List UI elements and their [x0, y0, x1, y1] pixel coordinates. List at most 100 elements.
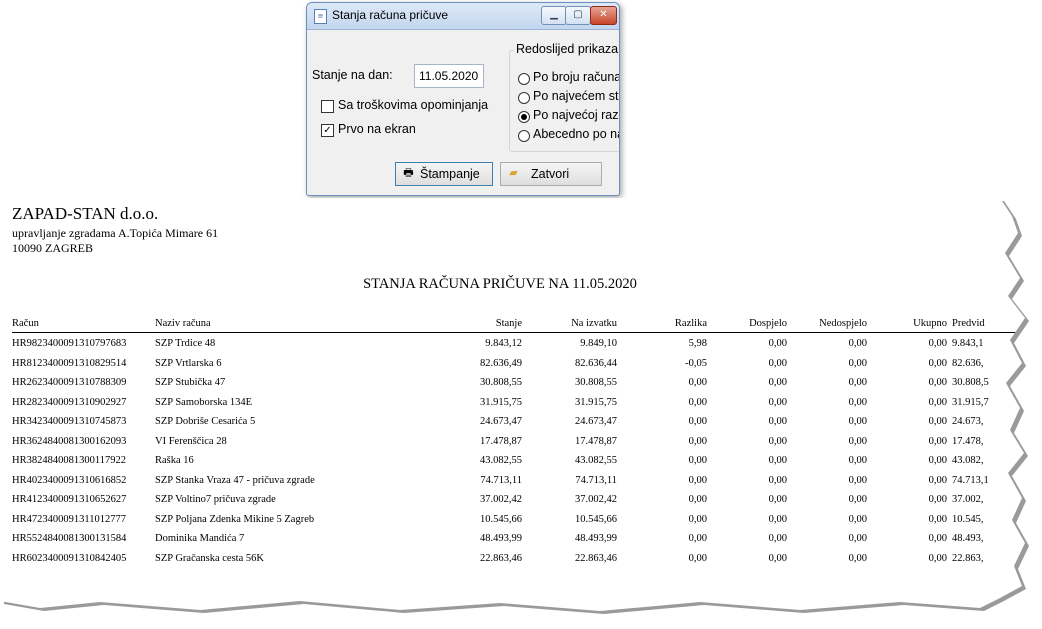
cell-difference: 0,00	[688, 513, 707, 525]
table-row: HR4723400091311012777 SZP Poljana Zdenka …	[12, 514, 1022, 530]
cell-statement: 24.673,47	[575, 416, 617, 427]
minimize-button[interactable]: ▁	[541, 6, 567, 25]
column-header-due: Dospjelo	[749, 318, 787, 329]
company-address: upravljanje zgradama A.Topića Mimare 61	[12, 226, 219, 240]
cell-not-due: 0,00	[848, 435, 867, 447]
cell-balance: 9.843,12	[485, 338, 522, 349]
cell-statement: 82.636,44	[575, 357, 617, 369]
table-row: HR2823400091310902927 SZP Samoborska 134E…	[12, 397, 1022, 413]
cell-total: 0,00	[928, 396, 947, 408]
cell-account: HR6023400091310842405	[12, 552, 127, 564]
table-row: HR4123400091310652627 SZP Voltino7 pričuv…	[12, 494, 1022, 510]
costs-checkbox[interactable]	[321, 100, 334, 113]
cell-due: 0,00	[768, 416, 787, 427]
report-dialog-window: ≡ Stanja računa pričuve ▁ ▢ ✕ Stanje na …	[306, 2, 620, 196]
print-button[interactable]: 🖶 Štampanje	[395, 162, 493, 186]
table-row: HR3824840081300117922 Raška 16 43.082,55 43…	[12, 455, 1022, 471]
cell-name: SZP Trdice 48	[155, 338, 216, 349]
cell-total: 0,00	[928, 494, 947, 505]
cell-name: Raška 16	[155, 455, 194, 466]
cell-balance: 48.493,99	[480, 533, 522, 544]
cell-name: SZP Dobriše Cesarića 5	[155, 416, 256, 427]
cell-account: HR3423400091310745873	[12, 416, 127, 427]
cell-total: 0,00	[928, 435, 947, 447]
cell-not-due: 0,00	[848, 533, 867, 544]
cell-statement: 48.493,99	[575, 533, 617, 544]
cell-difference: 0,00	[688, 416, 707, 427]
cell-forecast: 17.478,	[952, 435, 984, 447]
maximize-button[interactable]: ▢	[565, 6, 591, 25]
order-label-alphabetical[interactable]: Abecedno po nazivu	[533, 127, 619, 141]
costs-checkbox-label[interactable]: Sa troškovima opominjanja	[338, 98, 488, 112]
cell-forecast: 31.915,7	[952, 396, 989, 408]
column-header-name: Naziv računa	[155, 318, 211, 329]
cell-account: HR3624840081300162093	[12, 435, 127, 447]
cell-balance: 82.636,49	[480, 357, 522, 369]
table-row: HR9823400091310797683 SZP Trdice 48 9.843,…	[12, 338, 1022, 354]
column-header-statement: Na izvatku	[571, 318, 617, 329]
cell-forecast: 30.808,5	[952, 377, 989, 388]
cell-total: 0,00	[928, 455, 947, 466]
cell-difference: 5,98	[688, 338, 707, 349]
order-label-difference[interactable]: Po najvećoj razlici	[533, 108, 619, 122]
cell-forecast: 9.843,1	[952, 338, 984, 349]
close-window-button[interactable]: ✕	[590, 6, 617, 25]
order-radio-difference[interactable]	[518, 111, 530, 123]
cell-due: 0,00	[768, 435, 787, 447]
cell-total: 0,00	[928, 552, 947, 564]
window-title: Stanja računa pričuve	[332, 8, 449, 22]
cell-name: SZP Vrtlarska 6	[155, 357, 222, 369]
cell-total: 0,00	[928, 377, 947, 388]
cell-not-due: 0,00	[848, 357, 867, 369]
cell-difference: 0,00	[688, 377, 707, 388]
cell-due: 0,00	[768, 396, 787, 408]
order-label-balance[interactable]: Po najvećem stanju	[533, 89, 619, 103]
cell-balance: 74.713,11	[480, 474, 522, 486]
cell-account: HR4023400091310616852	[12, 474, 127, 486]
cell-forecast: 43.082,	[952, 455, 984, 466]
cell-balance: 17.478,87	[480, 435, 522, 447]
cell-name: VI Ferenščica 28	[155, 435, 227, 447]
cell-due: 0,00	[768, 533, 787, 544]
column-header-forecast: Predvid	[952, 318, 985, 329]
cell-forecast: 24.673,	[952, 416, 984, 427]
cell-forecast: 74.713,1	[952, 474, 989, 486]
cell-total: 0,00	[928, 416, 947, 427]
order-label-account[interactable]: Po broju računa	[533, 70, 619, 84]
order-group-title: Redoslijed prikaza	[514, 42, 619, 56]
cell-not-due: 0,00	[848, 474, 867, 486]
column-header-difference: Razlika	[674, 318, 707, 329]
table-row: HR4023400091310616852 SZP Stanka Vraza 47…	[12, 475, 1022, 491]
cell-balance: 22.863,46	[480, 552, 522, 564]
cell-name: Dominika Mandića 7	[155, 533, 245, 544]
cell-account: HR4723400091311012777	[12, 513, 126, 525]
cell-balance: 37.002,42	[480, 494, 522, 505]
cell-total: 0,00	[928, 533, 947, 544]
report-title: STANJA RAČUNA PRIČUVE NA 11.05.2020	[363, 276, 637, 292]
column-header-account: Račun	[12, 318, 39, 329]
order-radio-balance[interactable]	[518, 92, 530, 104]
order-radio-alphabetical[interactable]	[518, 130, 530, 142]
cell-due: 0,00	[768, 338, 787, 349]
cell-forecast: 82.636,	[952, 357, 984, 369]
screen-first-checkbox-label[interactable]: Prvo na ekran	[338, 122, 416, 136]
date-label: Stanje na dan:	[312, 68, 393, 82]
date-input[interactable]: 11.05.2020	[414, 64, 484, 88]
cell-name: SZP Stubička 47	[155, 377, 226, 388]
table-row: HR8123400091310829514 SZP Vrtlarska 6 82.6…	[12, 358, 1022, 374]
close-button[interactable]: ▰ Zatvori	[500, 162, 602, 186]
order-radio-account[interactable]	[518, 73, 530, 85]
table-row: HR2623400091310788309 SZP Stubička 47 30.8…	[12, 377, 1022, 393]
cell-account: HR3824840081300117922	[12, 455, 126, 466]
cell-due: 0,00	[768, 513, 787, 525]
cell-balance: 31.915,75	[480, 396, 522, 408]
cell-name: SZP Stanka Vraza 47 - pričuva zgrade	[155, 474, 315, 486]
title-bar[interactable]: ≡ Stanja računa pričuve ▁ ▢ ✕	[307, 3, 619, 30]
cell-account: HR8123400091310829514	[12, 357, 127, 369]
cell-difference: 0,00	[688, 552, 707, 564]
report-page[interactable]: ZAPAD-STAN d.o.o. upravljanje zgradama A…	[0, 198, 1025, 611]
screen-first-checkbox[interactable]: ✓	[321, 124, 334, 137]
cell-balance: 10.545,66	[480, 513, 522, 525]
cell-total: 0,00	[928, 338, 947, 349]
cell-not-due: 0,00	[848, 513, 867, 525]
